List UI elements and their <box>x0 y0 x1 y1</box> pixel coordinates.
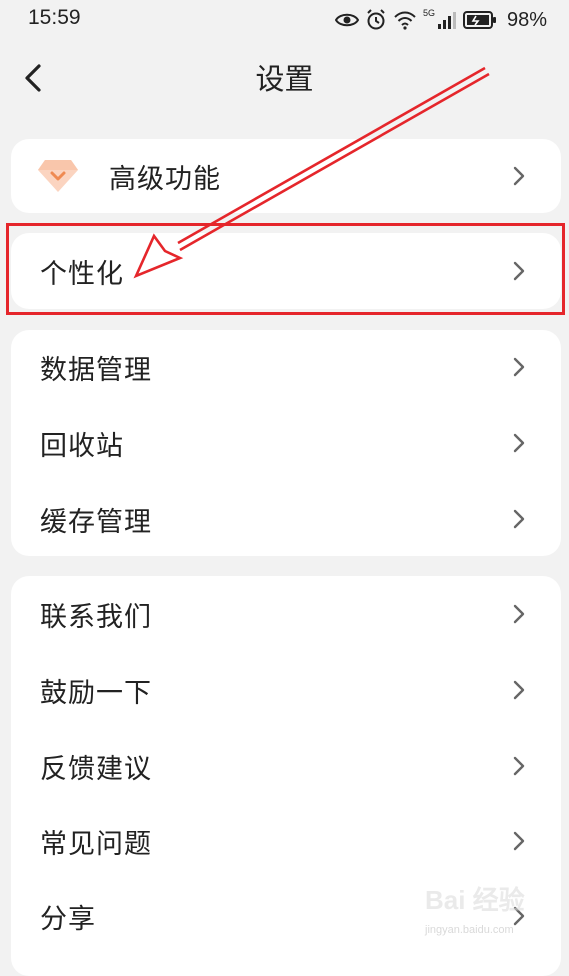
annotation-arrow-icon <box>133 66 490 279</box>
watermark-logo: Bai 经验 <box>425 885 525 915</box>
baidu-jingyan-watermark: Bai 经验 jingyan.baidu.com <box>425 880 535 936</box>
watermark-url: jingyan.baidu.com <box>425 924 514 936</box>
